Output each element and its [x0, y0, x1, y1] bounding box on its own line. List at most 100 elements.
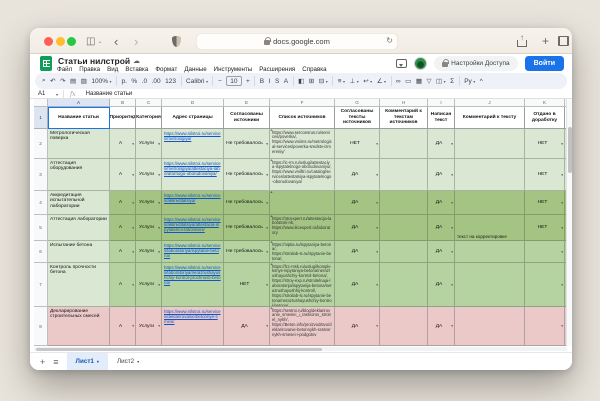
- row-header-3[interactable]: 3: [34, 159, 48, 191]
- row-header-4[interactable]: 4: [34, 191, 48, 215]
- menu-item-1[interactable]: Правка: [79, 66, 100, 73]
- cell-C6[interactable]: Услуги▾: [136, 241, 162, 263]
- cell-B8[interactable]: А▾: [110, 307, 136, 346]
- cell-K7[interactable]: ▾: [525, 263, 565, 307]
- cell-A6[interactable]: Испытание бетона: [48, 241, 110, 263]
- cell-E6[interactable]: Не требовалось▾: [224, 241, 270, 263]
- extra-tool-button[interactable]: Pу▾: [464, 78, 475, 85]
- cell-K1[interactable]: Отдано в доработку: [525, 107, 565, 129]
- insert-link-button[interactable]: ∞: [396, 78, 401, 85]
- sidebar-icon[interactable]: ◫⌄: [86, 28, 102, 54]
- cell-G4[interactable]: ДА▾: [335, 191, 380, 215]
- row-header-5[interactable]: 5: [34, 215, 48, 241]
- cell-G1[interactable]: Согласованы тексты источников: [335, 107, 380, 129]
- cell-G2[interactable]: НЕТ▾: [335, 129, 380, 159]
- font-select[interactable]: Calibri▾: [186, 78, 208, 85]
- percent-format-button[interactable]: %: [131, 78, 137, 85]
- sheet-tab-Лист1[interactable]: Лист1▾: [67, 353, 108, 370]
- cell-B4[interactable]: А▾: [110, 191, 136, 215]
- italic-button[interactable]: I: [269, 78, 271, 85]
- share-settings-button[interactable]: Настройки Доступа: [434, 56, 517, 71]
- menu-item-7[interactable]: Расширения: [259, 66, 295, 73]
- cell-J5[interactable]: текст на корректировке: [455, 215, 525, 241]
- row-header-7[interactable]: 7: [34, 263, 48, 307]
- cell-A4[interactable]: Аккредитация испытательной лаборатории: [48, 191, 110, 215]
- insert-comment-button[interactable]: ▭: [405, 77, 411, 85]
- cell-I7[interactable]: ДА▾: [428, 263, 455, 307]
- name-box[interactable]: A1▾: [30, 90, 64, 98]
- cell-E8[interactable]: ДА▾: [224, 307, 270, 346]
- cell-K8[interactable]: ▾: [525, 307, 565, 346]
- text-color-button[interactable]: A: [284, 78, 288, 85]
- cell-D8[interactable]: https://www.nilstroi.ru/services/deklari…: [162, 307, 224, 346]
- undo-button[interactable]: ↶: [50, 77, 55, 85]
- cell-A3[interactable]: Аттестация оборудования: [48, 159, 110, 191]
- cell-D4[interactable]: https://www.nilstroi.ru/services/akkredi…: [162, 191, 224, 215]
- font-size-increase-button[interactable]: +: [246, 78, 250, 85]
- cell-D2[interactable]: https://www.nilstroi.ru/services/metrolo…: [162, 129, 224, 159]
- cell-F3[interactable]: https://ic-rm.ru/uslugi/attestaciya-ispy…: [270, 159, 335, 191]
- font-size-decrease-button[interactable]: −: [218, 78, 222, 85]
- cell-I1[interactable]: Написан текст: [428, 107, 455, 129]
- decrease-decimal-button[interactable]: .0: [142, 78, 147, 85]
- document-title[interactable]: Статьи нилстрой: [58, 56, 130, 66]
- cell-H4[interactable]: [380, 191, 428, 215]
- forward-icon[interactable]: ›: [134, 28, 138, 54]
- cell-J1[interactable]: Комментарий к тексту: [455, 107, 525, 129]
- all-sheets-button[interactable]: ≡: [53, 357, 58, 367]
- vertical-scrollbar[interactable]: [566, 99, 572, 346]
- cell-D6[interactable]: https://www.nilstroi.ru/services/laborat…: [162, 241, 224, 263]
- merge-cells-button[interactable]: ⊟▾: [319, 77, 328, 85]
- row-header-2[interactable]: 2: [34, 129, 48, 159]
- add-sheet-button[interactable]: +: [40, 357, 45, 367]
- cell-K2[interactable]: НЕТ▾: [525, 129, 565, 159]
- borders-button[interactable]: ⊞: [309, 77, 314, 85]
- search-icon[interactable]: ⌕: [42, 77, 46, 85]
- vertical-align-button[interactable]: ⊥▾: [350, 77, 359, 85]
- cell-A7[interactable]: Контроль прочности бетона: [48, 263, 110, 307]
- cell-I4[interactable]: ДА▾: [428, 191, 455, 215]
- new-tab-icon[interactable]: +: [542, 28, 549, 54]
- close-window-button[interactable]: [44, 37, 53, 46]
- redo-button[interactable]: ↷: [60, 77, 65, 85]
- cell-B7[interactable]: А▾: [110, 263, 136, 307]
- select-all-corner[interactable]: [34, 99, 48, 107]
- cell-C2[interactable]: Услуги▾: [136, 129, 162, 159]
- cell-K4[interactable]: НЕТ▾: [525, 191, 565, 215]
- cell-J3[interactable]: [455, 159, 525, 191]
- cell-F7[interactable]: https://fcc-msk.ru/uslugi/kompleksnye-is…: [270, 263, 335, 307]
- cell-J2[interactable]: [455, 129, 525, 159]
- avatar[interactable]: [414, 57, 427, 70]
- create-filter-button[interactable]: ▽: [426, 77, 431, 85]
- menu-item-3[interactable]: Вставка: [125, 66, 148, 73]
- column-header-J[interactable]: J: [455, 99, 525, 107]
- cell-I6[interactable]: ДА▾: [428, 241, 455, 263]
- share-icon[interactable]: ↑: [517, 28, 527, 54]
- cell-E4[interactable]: Не требовалось▾: [224, 191, 270, 215]
- cell-G6[interactable]: ДА▾: [335, 241, 380, 263]
- cell-D5[interactable]: https://www.nilstroi.ru/services/akkredi…: [162, 215, 224, 241]
- sign-in-button[interactable]: Войти: [525, 56, 564, 71]
- tab-overview-icon[interactable]: [558, 28, 569, 54]
- column-header-C[interactable]: C: [136, 99, 162, 107]
- cell-C5[interactable]: Услуги▾: [136, 215, 162, 241]
- cell-H6[interactable]: [380, 241, 428, 263]
- fill-color-button[interactable]: ◧: [298, 77, 304, 85]
- menu-item-4[interactable]: Формат: [155, 66, 177, 73]
- cell-A5[interactable]: Аттестация лаборатории: [48, 215, 110, 241]
- column-header-I[interactable]: I: [428, 99, 455, 107]
- menu-item-2[interactable]: Вид: [107, 66, 118, 73]
- cell-K5[interactable]: НЕТ▾: [525, 215, 565, 241]
- text-rotation-button[interactable]: ∠▾: [377, 77, 386, 85]
- cell-C4[interactable]: Услуги▾: [136, 191, 162, 215]
- cell-C1[interactable]: Категория: [136, 107, 162, 129]
- increase-decimal-button[interactable]: .00: [152, 78, 161, 85]
- privacy-shield-icon[interactable]: [172, 28, 181, 54]
- cell-I5[interactable]: ДА▾: [428, 215, 455, 241]
- cell-D7[interactable]: https://www.nilstroi.ru/services/laborat…: [162, 263, 224, 307]
- row-header-8[interactable]: 8: [34, 307, 48, 346]
- column-header-B[interactable]: B: [110, 99, 136, 107]
- row-header-1[interactable]: 1: [34, 107, 48, 129]
- cell-D3[interactable]: https://www.nilstroi.ru/services/metrolo…: [162, 159, 224, 191]
- menu-item-0[interactable]: Файл: [57, 66, 72, 73]
